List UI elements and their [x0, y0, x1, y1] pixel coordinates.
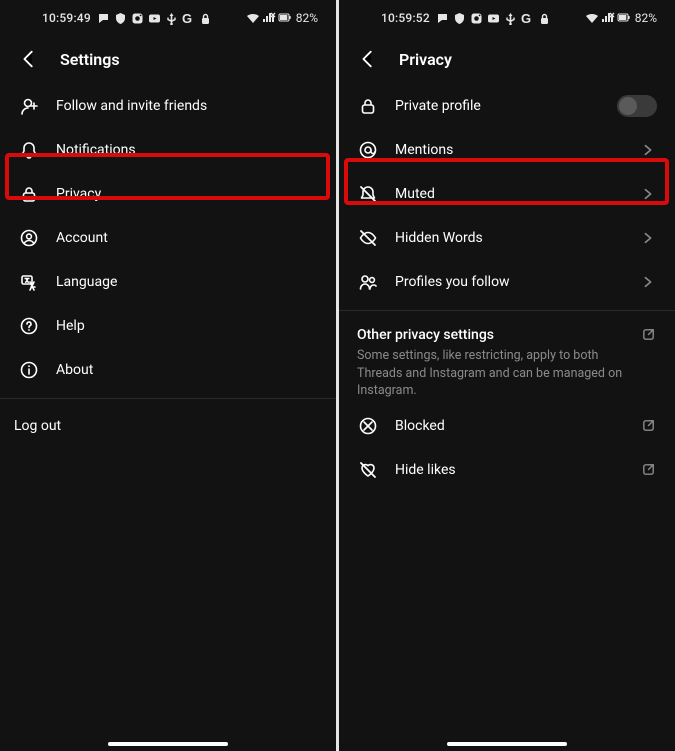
chevron-right-icon [639, 187, 657, 201]
row-muted[interactable]: Muted [339, 172, 675, 216]
row-label: Account [56, 230, 318, 246]
back-button[interactable] [18, 48, 40, 70]
lock-icon [357, 95, 379, 117]
row-mentions[interactable]: Mentions [339, 128, 675, 172]
lock-icon [18, 183, 40, 205]
row-label: Help [56, 318, 318, 334]
help-icon [18, 315, 40, 337]
status-time: 10:59:49 [42, 11, 91, 25]
row-follow-invite[interactable]: Follow and invite friends [0, 84, 336, 128]
section-subtitle: Some settings, like restricting, apply t… [357, 347, 657, 400]
row-label: About [56, 362, 318, 378]
usb-icon [165, 12, 178, 25]
signal-icon [601, 11, 615, 25]
row-private-profile[interactable]: Private profile [339, 84, 675, 128]
youtube-icon [148, 12, 161, 25]
profiles-icon [357, 271, 379, 293]
row-label: Language [56, 274, 318, 290]
divider [0, 398, 336, 399]
row-label: Hidden Words [395, 230, 623, 246]
battery-pct: 82% [296, 11, 318, 25]
wifi-icon [246, 11, 260, 25]
info-icon [18, 359, 40, 381]
home-indicator[interactable] [108, 742, 228, 746]
instagram-icon [470, 12, 483, 25]
usb-icon [504, 12, 517, 25]
row-label: Mentions [395, 142, 623, 158]
row-blocked[interactable]: Blocked [339, 404, 675, 448]
row-label: Profiles you follow [395, 274, 623, 290]
screen-privacy: 10:59:52 82% Privacy Private profile M [339, 0, 675, 751]
divider [339, 310, 675, 311]
other-privacy-section[interactable]: Other privacy settings Some settings, li… [339, 317, 675, 404]
header: Privacy [339, 32, 675, 84]
row-language[interactable]: Language [0, 260, 336, 304]
row-help[interactable]: Help [0, 304, 336, 348]
shield-icon [114, 12, 127, 25]
row-label: Hide likes [395, 462, 623, 478]
battery-pct: 82% [635, 11, 657, 25]
external-link-icon [641, 327, 657, 343]
row-label: Private profile [395, 98, 601, 114]
youtube-icon [487, 12, 500, 25]
chevron-right-icon [639, 231, 657, 245]
settings-list: Follow and invite friends Notifications … [0, 84, 336, 447]
battery-icon [617, 11, 631, 25]
bell-icon [18, 139, 40, 161]
chevron-right-icon [639, 275, 657, 289]
hidden-words-icon [357, 227, 379, 249]
row-account[interactable]: Account [0, 216, 336, 260]
battery-icon [278, 11, 292, 25]
header: Settings [0, 32, 336, 84]
at-icon [357, 139, 379, 161]
padlock-icon [199, 12, 212, 25]
row-privacy[interactable]: Privacy [0, 172, 336, 216]
row-profiles-you-follow[interactable]: Profiles you follow [339, 260, 675, 304]
language-icon [18, 271, 40, 293]
signal-icon [262, 11, 276, 25]
muted-icon [357, 183, 379, 205]
private-profile-toggle[interactable] [617, 95, 657, 117]
logout-button[interactable]: Log out [0, 405, 336, 447]
external-link-icon [639, 462, 657, 477]
status-time: 10:59:52 [381, 11, 430, 25]
row-label: Follow and invite friends [56, 98, 318, 114]
row-label: Privacy [56, 186, 318, 202]
row-hidden-words[interactable]: Hidden Words [339, 216, 675, 260]
chevron-right-icon [639, 143, 657, 157]
page-title: Settings [60, 50, 120, 69]
shield-icon [453, 12, 466, 25]
follow-invite-icon [18, 95, 40, 117]
row-label: Notifications [56, 142, 318, 158]
google-icon [521, 12, 534, 25]
row-about[interactable]: About [0, 348, 336, 392]
wifi-icon [585, 11, 599, 25]
external-link-icon [639, 418, 657, 433]
blocked-icon [357, 415, 379, 437]
account-icon [18, 227, 40, 249]
instagram-icon [131, 12, 144, 25]
screen-settings: 10:59:49 82% Settings Follow and invite … [0, 0, 336, 751]
row-label: Blocked [395, 418, 623, 434]
row-hide-likes[interactable]: Hide likes [339, 448, 675, 492]
back-button[interactable] [357, 48, 379, 70]
status-bar: 10:59:49 82% [0, 0, 336, 32]
google-icon [182, 12, 195, 25]
padlock-icon [538, 12, 551, 25]
home-indicator[interactable] [447, 742, 567, 746]
chat-icon [97, 12, 110, 25]
hide-likes-icon [357, 459, 379, 481]
section-title: Other privacy settings [357, 327, 657, 343]
status-bar: 10:59:52 82% [339, 0, 675, 32]
page-title: Privacy [399, 50, 452, 69]
row-label: Muted [395, 186, 623, 202]
privacy-list: Private profile Mentions Muted Hidden Wo… [339, 84, 675, 492]
chat-icon [436, 12, 449, 25]
row-notifications[interactable]: Notifications [0, 128, 336, 172]
